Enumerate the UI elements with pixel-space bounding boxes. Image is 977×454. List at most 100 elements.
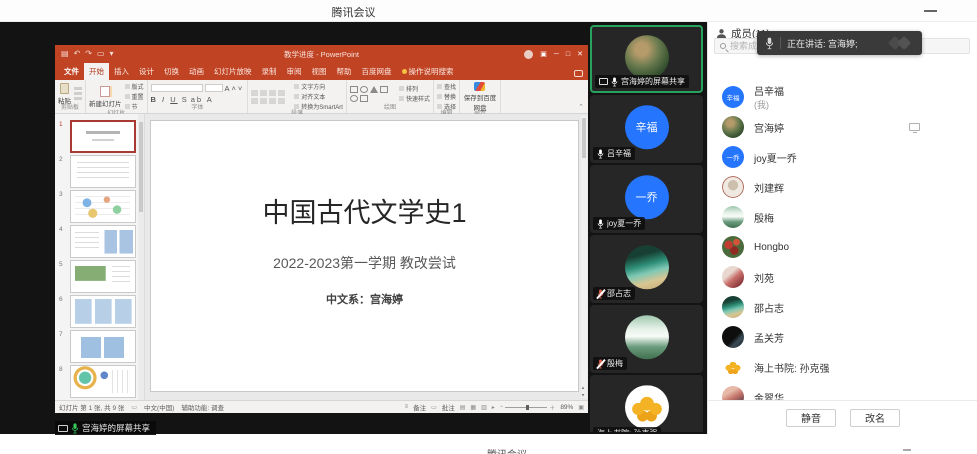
members-footer: 静音 改名 (708, 400, 977, 434)
paste-button[interactable]: 粘贴 (58, 83, 71, 105)
slide-sorter-icon[interactable]: ▦ (470, 404, 476, 411)
slide-subtitle: 2022-2023第一学期 教改尝试 (151, 253, 578, 273)
ppt-ribbon-tab[interactable]: 动画 (184, 63, 209, 80)
video-tile[interactable]: 辛福 吕辛福 (590, 95, 703, 163)
member-row[interactable]: 辛福 吕辛福 (我) (708, 82, 977, 112)
ppt-ribbon-tab[interactable]: 帮助 (332, 63, 357, 80)
slide-thumbnail[interactable]: 1 (59, 120, 136, 153)
text-direction-button[interactable]: 文字方向 (294, 82, 343, 91)
arrange-button[interactable]: 排列 (399, 84, 430, 93)
slide-thumbnail[interactable]: 3 (59, 190, 136, 223)
select-button[interactable]: 选择 (437, 102, 456, 111)
section-button[interactable]: 节 (125, 102, 144, 111)
member-avatar (722, 356, 744, 378)
reading-view-icon[interactable]: ▥ (481, 404, 487, 411)
smartart-button[interactable]: 转换为SmartArt (294, 102, 343, 111)
shapes-gallery[interactable] (350, 86, 396, 102)
comments-bubble-icon[interactable] (574, 70, 583, 77)
member-name: Hongbo (754, 242, 789, 253)
member-avatar (722, 296, 744, 318)
member-name: 殷梅 (754, 210, 774, 225)
new-slide-button[interactable]: 新建幻灯片 (89, 86, 122, 108)
slide-scrollbar[interactable] (581, 116, 587, 398)
ppt-ribbon-tab[interactable]: 录制 (257, 63, 282, 80)
video-tile[interactable]: 海上书院: 孙克强 (590, 375, 703, 432)
paragraph-buttons[interactable] (251, 90, 291, 104)
notes-toggle[interactable]: 备注 (413, 402, 426, 412)
align-text-button[interactable]: 对齐文本 (294, 92, 343, 101)
member-row[interactable]: 宫海婷 (708, 112, 977, 142)
tile-avatar (625, 35, 669, 79)
collapse-ribbon-icon[interactable]: ⌃ (574, 103, 588, 113)
fit-to-window-icon[interactable]: ▣ (578, 404, 584, 411)
font-color-buttons[interactable]: ab A (191, 95, 214, 104)
slide-thumbnail[interactable]: 6 (59, 295, 136, 328)
window-titlebar: 腾讯会议 (0, 0, 977, 22)
member-row[interactable]: 金翠华 (708, 382, 977, 400)
ppt-ribbon-tab[interactable]: 开始 (84, 63, 109, 80)
member-row[interactable]: 一乔 joy夏一乔 (708, 142, 977, 172)
ppt-body: 1 2 3 4 5 6 (55, 114, 588, 400)
accessibility-status[interactable]: 辅助功能: 调查 (181, 402, 224, 412)
language-indicator[interactable]: 中文(中国) (144, 402, 174, 412)
baidu-pan-icon (474, 82, 485, 91)
quick-styles-button[interactable]: 快速样式 (399, 94, 430, 103)
zoom-slider[interactable]: − ＋ (500, 403, 556, 412)
video-tile[interactable]: 邵占志 (590, 235, 703, 303)
slide-thumbnail[interactable]: 5 (59, 260, 136, 293)
video-tile[interactable]: 殷梅 (590, 305, 703, 373)
member-row[interactable]: 刘建辉 (708, 172, 977, 202)
ppt-ribbon-tab[interactable]: 设计 (134, 63, 159, 80)
reset-button[interactable]: 重置 (125, 92, 144, 101)
display-settings-icon[interactable]: ▭ (131, 404, 137, 411)
tile-mic-icon (597, 219, 604, 229)
ppt-ribbon-tab[interactable]: 切换 (159, 63, 184, 80)
normal-view-icon[interactable]: ▤ (460, 404, 466, 411)
tile-name-label: 宫海婷的屏幕共享 (595, 75, 689, 88)
ppt-ribbon-tab[interactable]: 插入 (109, 63, 134, 80)
ppt-ribbon-tab[interactable]: 审阅 (282, 63, 307, 80)
ribbon-group-slides: 新建幻灯片 版式 重置 节 幻灯片 (86, 80, 148, 113)
clipboard-mini-buttons[interactable] (74, 87, 82, 100)
rename-button[interactable]: 改名 (850, 409, 900, 427)
member-avatar: 辛福 (722, 86, 744, 108)
zoom-level[interactable]: 89% (560, 404, 573, 411)
grow-shrink-font-buttons[interactable]: A˄˅ (225, 84, 245, 93)
member-row[interactable]: 海上书院: 孙克强 (708, 352, 977, 382)
save-to-pan-button[interactable]: 保存到百度网盘 (463, 82, 497, 112)
slide-thumbnail[interactable]: 2 (59, 155, 136, 188)
slide-canvas[interactable]: 中国古代文学史1 2022-2023第一学期 教改尝试 中文系：宫海婷 (150, 120, 579, 392)
slide-thumbnail[interactable]: 8 (59, 365, 136, 398)
member-avatar (722, 116, 744, 138)
replace-button[interactable]: 替换 (437, 92, 456, 101)
member-row[interactable]: 刘苑 (708, 262, 977, 292)
member-row[interactable]: 殷梅 (708, 202, 977, 232)
comments-toggle[interactable]: 批注 (442, 402, 455, 412)
font-style-buttons[interactable]: B I U S (151, 95, 189, 104)
ppt-ribbon-tab[interactable]: 视图 (307, 63, 332, 80)
tile-name-label: 邵占志 (593, 287, 635, 300)
member-row[interactable]: 邵占志 (708, 292, 977, 322)
mute-button[interactable]: 静音 (786, 409, 836, 427)
find-button[interactable]: 查找 (437, 82, 456, 91)
ppt-ribbon-tab[interactable]: 百度网盘 (357, 63, 397, 80)
video-tile[interactable]: 宫海婷的屏幕共享 (590, 25, 703, 93)
member-name: joy夏一乔 (754, 150, 797, 165)
member-row[interactable]: Hongbo (708, 232, 977, 262)
slide-thumbnail[interactable]: 4 (59, 225, 136, 258)
ppt-ribbon-tab[interactable]: 操作说明搜索 (397, 63, 459, 80)
font-name-select[interactable] (151, 84, 203, 92)
layout-button[interactable]: 版式 (125, 82, 144, 91)
thumbnail-scrollbar[interactable] (138, 114, 144, 400)
member-avatar: 一乔 (722, 146, 744, 168)
minimize-button[interactable] (924, 10, 937, 12)
slideshow-view-icon[interactable]: ▸ (492, 404, 495, 411)
member-row[interactable]: 孟关芳 (708, 322, 977, 352)
ppt-ribbon-tab[interactable]: 文件 (59, 63, 84, 80)
screen-share-icon (58, 425, 68, 432)
slide-thumbnail[interactable]: 7 (59, 330, 136, 363)
ppt-ribbon-tab[interactable]: 幻灯片放映 (209, 63, 257, 80)
slide-thumbnail-panel: 1 2 3 4 5 6 (55, 114, 145, 400)
font-size-select[interactable] (205, 84, 223, 92)
video-tile[interactable]: 一乔 joy夏一乔 (590, 165, 703, 233)
